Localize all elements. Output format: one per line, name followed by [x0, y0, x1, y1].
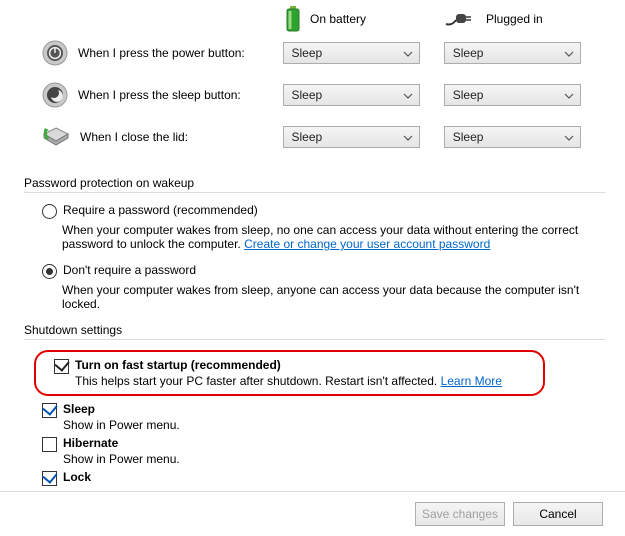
require-password-desc: When your computer wakes from sleep, no …: [62, 223, 605, 251]
row-lid-label: When I close the lid:: [80, 130, 188, 144]
header-on-battery-label: On battery: [310, 12, 366, 26]
sleep-button-icon: [42, 82, 68, 108]
radio-require-password[interactable]: Require a password (recommended): [42, 203, 605, 219]
save-changes-button[interactable]: Save changes: [415, 502, 505, 526]
power-button-icon: [42, 40, 68, 66]
link-create-change-password[interactable]: Create or change your user account passw…: [244, 237, 490, 251]
checkbox-icon: [42, 403, 57, 418]
hibernate-desc: Show in Power menu.: [63, 452, 605, 466]
require-password-label: Require a password (recommended): [63, 203, 605, 217]
annotation-highlight: Turn on fast startup (recommended) This …: [34, 350, 545, 396]
header-plugged-in: Plugged in: [444, 6, 604, 32]
checkbox-icon: [42, 471, 57, 486]
fast-startup-label: Turn on fast startup (recommended): [75, 358, 533, 372]
header-on-battery: On battery: [284, 6, 444, 32]
lock-label: Lock: [63, 470, 605, 484]
dont-require-password-label: Don't require a password: [63, 263, 605, 277]
radio-dont-require-password[interactable]: Don't require a password: [42, 263, 605, 279]
power-options-page: On battery Plugged in When I press the p…: [0, 0, 625, 536]
radio-icon: [42, 204, 57, 219]
row-sleep-button-label: When I press the sleep button:: [78, 88, 241, 102]
row-power-button-label: When I press the power button:: [78, 46, 245, 60]
chevron-down-icon: [564, 130, 574, 144]
battery-icon: [284, 6, 302, 32]
chevron-down-icon: [403, 46, 413, 60]
select-lid-plugged[interactable]: Sleep: [444, 126, 581, 148]
divider: [24, 339, 605, 340]
chevron-down-icon: [403, 88, 413, 102]
radio-icon: [42, 264, 57, 279]
content-area: On battery Plugged in When I press the p…: [0, 0, 625, 486]
select-sleep-battery[interactable]: Sleep: [283, 84, 420, 106]
shutdown-section-title: Shutdown settings: [24, 323, 605, 337]
row-lid: When I close the lid: Sleep Sleep: [24, 116, 605, 158]
select-sleep-plugged[interactable]: Sleep: [444, 84, 581, 106]
column-headers: On battery Plugged in: [284, 6, 605, 32]
checkbox-icon: [42, 437, 57, 452]
dont-require-password-desc: When your computer wakes from sleep, any…: [62, 283, 605, 311]
chevron-down-icon: [564, 88, 574, 102]
chevron-down-icon: [403, 130, 413, 144]
checkbox-icon: [54, 359, 69, 374]
header-plugged-in-label: Plugged in: [486, 12, 543, 26]
section-password-protection: Password protection on wakeup Require a …: [24, 176, 605, 311]
checkbox-hibernate[interactable]: Hibernate Show in Power menu.: [42, 436, 605, 466]
section-shutdown-settings: Shutdown settings Turn on fast startup (…: [24, 323, 605, 486]
checkbox-sleep[interactable]: Sleep Show in Power menu.: [42, 402, 605, 432]
select-power-plugged[interactable]: Sleep: [444, 42, 581, 64]
password-section-title: Password protection on wakeup: [24, 176, 605, 190]
chevron-down-icon: [564, 46, 574, 60]
checkbox-lock[interactable]: Lock: [42, 470, 605, 486]
select-lid-battery[interactable]: Sleep: [283, 126, 420, 148]
cancel-button[interactable]: Cancel: [513, 502, 603, 526]
hibernate-label: Hibernate: [63, 436, 605, 450]
laptop-lid-icon: [42, 126, 70, 148]
row-sleep-button: When I press the sleep button: Sleep Sle…: [24, 74, 605, 116]
footer-bar: Save changes Cancel: [0, 491, 625, 536]
link-learn-more[interactable]: Learn More: [441, 374, 502, 388]
checkbox-fast-startup[interactable]: Turn on fast startup (recommended) This …: [54, 358, 533, 388]
fast-startup-desc: This helps start your PC faster after sh…: [75, 374, 533, 388]
divider: [24, 192, 605, 193]
select-power-battery[interactable]: Sleep: [283, 42, 420, 64]
plug-icon: [444, 10, 478, 28]
sleep-desc: Show in Power menu.: [63, 418, 605, 432]
sleep-label: Sleep: [63, 402, 605, 416]
row-power-button: When I press the power button: Sleep Sle…: [24, 32, 605, 74]
